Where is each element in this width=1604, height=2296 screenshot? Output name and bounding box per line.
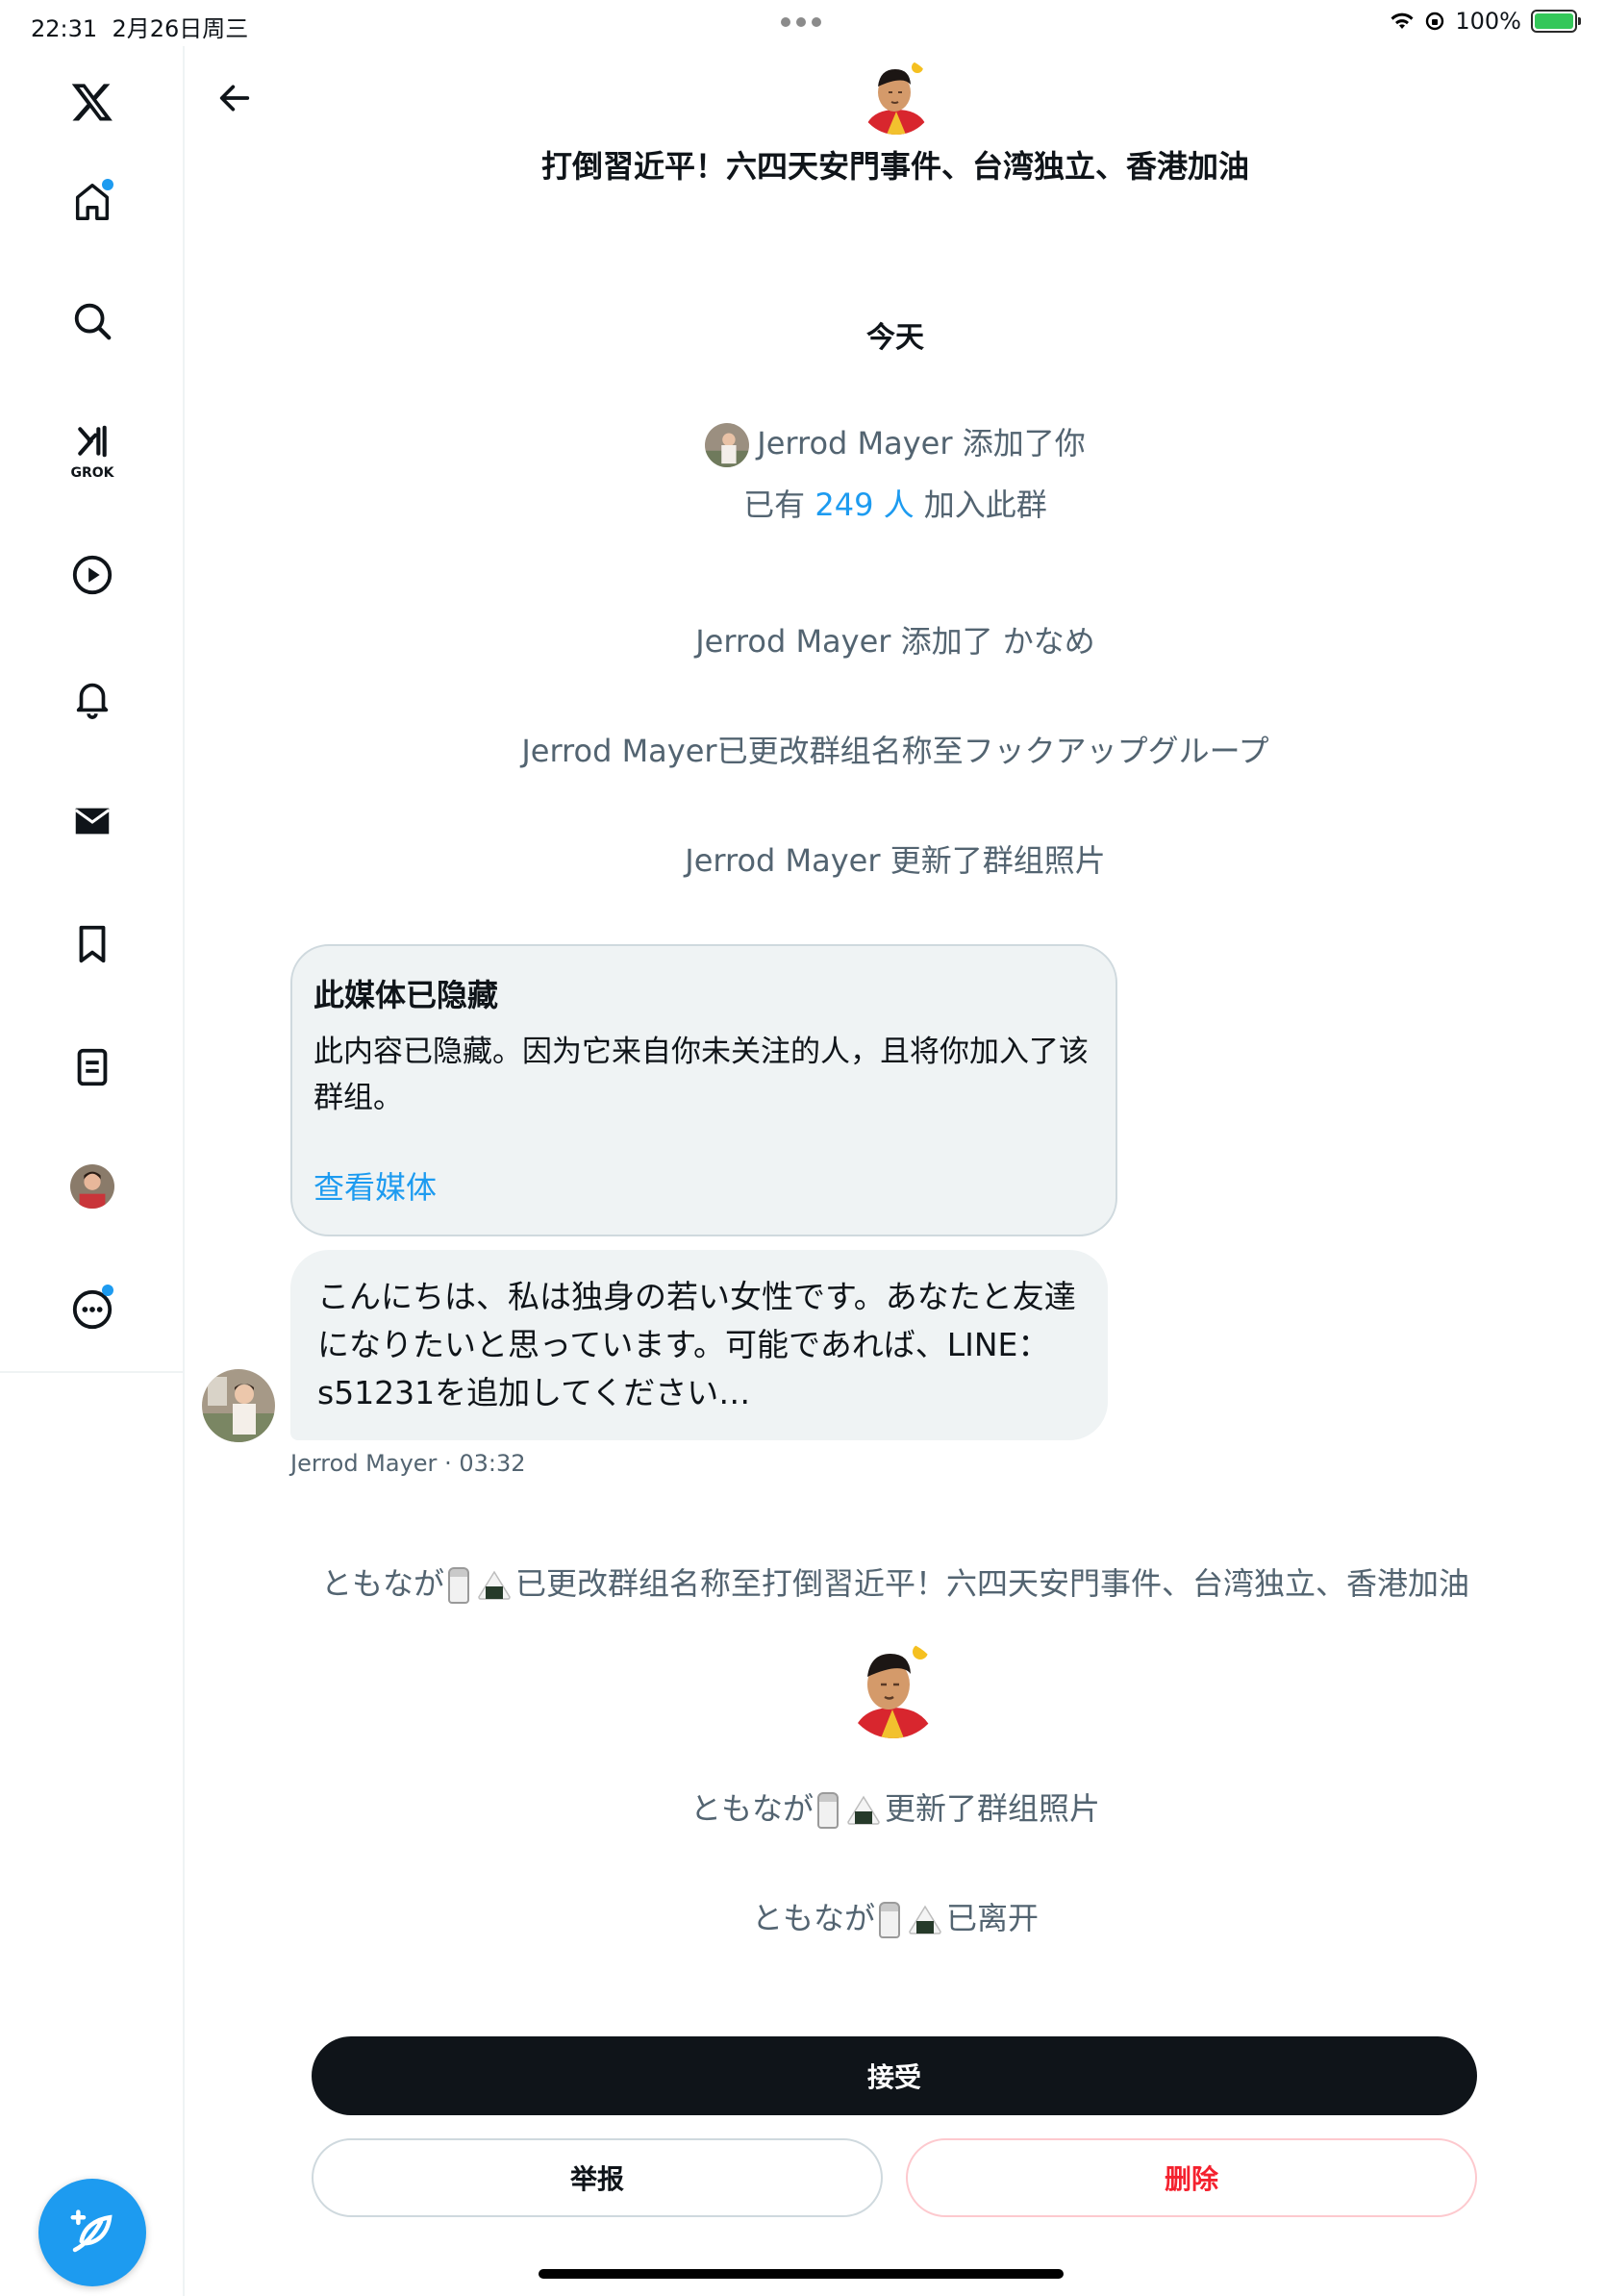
salt-shaker-emoji-icon (817, 1792, 839, 1829)
lists-icon[interactable] (58, 1033, 127, 1102)
new-group-photo[interactable] (844, 1640, 942, 1738)
hidden-media-body: 此内容已隐藏。因为它来自你未关注的人，且将你加入了该群组。 (313, 1035, 1089, 1115)
salt-shaker-emoji-icon (879, 1902, 900, 1938)
status-time: 22:31 2月26日周三 (31, 15, 249, 42)
home-notification-dot (102, 179, 113, 190)
more-options-icon[interactable] (58, 1275, 127, 1344)
notifications-bell-icon[interactable] (58, 663, 127, 733)
more-notification-dot (102, 1285, 113, 1296)
back-button[interactable] (206, 69, 263, 127)
message-bubble[interactable]: こんにちは、私は独身の若い女性です。あなたと友達になりたいと思っています。可能で… (290, 1250, 1108, 1440)
onigiri-emoji-icon (847, 1795, 880, 1825)
onigiri-emoji-icon (909, 1905, 941, 1934)
system-added-member: Jerrod Mayer 添加了 かなめ (695, 623, 1095, 660)
group-avatar[interactable] (858, 58, 935, 135)
view-media-link[interactable]: 查看媒体 (313, 1163, 1094, 1208)
report-button[interactable]: 举报 (312, 2138, 883, 2217)
home-icon[interactable] (58, 167, 127, 237)
sidebar-divider (0, 1371, 185, 1373)
message-meta: Jerrod Mayer · 03:32 (290, 1450, 526, 1477)
system-added-you: Jerrod Mayer 添加了你 (187, 419, 1604, 467)
system-updated-photo: Jerrod Mayer 更新了群组照片 (685, 842, 1106, 879)
search-icon[interactable] (58, 287, 127, 356)
salt-shaker-emoji-icon (448, 1567, 469, 1604)
compose-post-button[interactable] (38, 2179, 146, 2286)
system-member-count: 已有 249 人 加入此群 (743, 487, 1047, 523)
system-renamed-group-2: ともなが 已更改群组名称至打倒習近平！六四天安門事件、台湾独立、香港加油 (320, 1565, 1470, 1604)
video-icon[interactable] (58, 540, 127, 610)
date-separator: 今天 (866, 321, 924, 355)
system-renamed-group: Jerrod Mayer已更改群组名称至フックアップグループ (521, 733, 1269, 769)
x-logo-icon[interactable] (58, 67, 127, 137)
grok-icon[interactable]: GROK (58, 413, 127, 483)
home-indicator[interactable] (539, 2269, 1064, 2279)
onigiri-emoji-icon (478, 1570, 511, 1600)
bookmarks-icon[interactable] (58, 910, 127, 979)
hidden-media-card: 此媒体已隐藏 此内容已隐藏。因为它来自你未关注的人，且将你加入了该群组。 查看媒… (290, 944, 1117, 1236)
grok-label: GROK (70, 465, 114, 481)
compose-feather-icon (70, 2209, 113, 2253)
wifi-icon (1391, 12, 1414, 29)
sidebar-nav: GROK (0, 46, 185, 2296)
accept-button[interactable]: 接受 (312, 2036, 1477, 2115)
status-bar: 22:31 2月26日周三 100% (0, 0, 1604, 46)
jerrod-avatar-small (705, 423, 750, 467)
battery-percent: 100% (1455, 8, 1521, 35)
hidden-media-title: 此媒体已隐藏 (313, 977, 499, 1013)
sender-avatar[interactable] (202, 1369, 275, 1442)
profile-avatar[interactable] (58, 1152, 127, 1221)
delete-button[interactable]: 删除 (906, 2138, 1477, 2217)
group-title: 打倒習近平！六四天安門事件、台湾独立、香港加油 (540, 148, 1249, 185)
conversation-panel: 打倒習近平！六四天安門事件、台湾独立、香港加油 今天 Jerrod Mayer … (187, 46, 1604, 2296)
system-left-group: ともなが 已离开 (751, 1900, 1040, 1938)
system-updated-photo-2: ともなが 更新了群组照片 (689, 1790, 1101, 1829)
status-indicators: 100% (1390, 8, 1581, 35)
back-arrow-icon (219, 85, 250, 112)
multitasking-dots[interactable] (781, 17, 821, 27)
battery-icon (1531, 10, 1581, 33)
rotation-lock-icon (1426, 12, 1444, 31)
messages-envelope-icon[interactable] (58, 786, 127, 856)
member-count-link[interactable]: 249 人 (815, 487, 914, 523)
